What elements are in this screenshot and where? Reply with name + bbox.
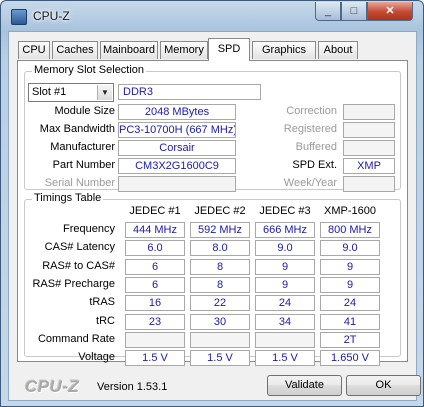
timing-cell: 592 MHz — [190, 222, 250, 238]
tab-mainboard[interactable]: Mainboard — [100, 41, 158, 59]
timing-cell: 22 — [190, 295, 250, 312]
timings-col-header: JEDEC #1 — [129, 205, 181, 217]
timing-cell: 9 — [255, 276, 315, 293]
timing-cell: 8 — [190, 258, 250, 275]
timing-cell: 1.5 V — [255, 350, 315, 367]
tab-spd[interactable]: SPD — [208, 38, 250, 61]
timing-row-label: RAS# to CAS# — [42, 259, 115, 272]
minimize-button[interactable]: _ — [315, 2, 341, 21]
timing-cell: 666 MHz — [255, 222, 315, 238]
timing-row-label: RAS# Precharge — [32, 277, 115, 290]
serial-number-label: Serial Number — [44, 177, 115, 189]
timing-cell: 30 — [190, 313, 250, 330]
timing-cell: 2T — [320, 331, 380, 348]
close-button[interactable]: ✕ — [367, 2, 413, 21]
timings-group: Timings Table JEDEC #1 JEDEC #2 JEDEC #3… — [24, 192, 401, 367]
timing-row-label: tRC — [96, 314, 115, 327]
cpuz-app-icon — [11, 9, 27, 25]
memory-slot-group-title: Memory Slot Selection — [32, 64, 147, 76]
timing-cell: 16 — [125, 295, 185, 312]
timing-cell — [190, 331, 250, 348]
timing-cell: 9.0 — [255, 240, 315, 257]
cpuz-logo: CPU-Z — [25, 377, 80, 396]
spd-panel: Memory Slot Selection Slot #1 ▼ DDR3 Mod… — [17, 60, 408, 367]
tab-graphics[interactable]: Graphics — [252, 41, 316, 59]
correction-value — [343, 104, 395, 120]
timing-cell: 1.5 V — [125, 350, 185, 367]
cpuz-window: CPU-Z _ □ ✕ CPU Caches Mainboard Memory … — [0, 0, 424, 407]
tab-strip: CPU Caches Mainboard Memory SPD Graphics… — [18, 38, 408, 61]
spd-ext-label: SPD Ext. — [292, 159, 337, 171]
manufacturer-value: Corsair — [118, 140, 236, 156]
timing-cell: 6 — [125, 258, 185, 275]
timing-cell: 9.0 — [320, 240, 380, 257]
timings-group-title: Timings Table — [32, 192, 104, 204]
memory-type-value: DDR3 — [118, 84, 261, 100]
tab-about[interactable]: About — [318, 41, 358, 59]
client-area: CPU Caches Mainboard Memory SPD Graphics… — [8, 31, 421, 401]
ok-button[interactable]: OK — [346, 375, 421, 396]
tab-caches[interactable]: Caches — [52, 41, 98, 59]
registered-label: Registered — [283, 123, 337, 135]
slot-select[interactable]: Slot #1 ▼ — [28, 83, 114, 102]
week-year-value — [343, 176, 395, 192]
timing-cell: 8 — [190, 276, 250, 293]
part-number-value: CM3X2G1600C9 — [118, 158, 236, 174]
timings-col-header: JEDEC #2 — [194, 205, 246, 217]
timing-cell: 9 — [320, 276, 380, 293]
timing-cell — [125, 331, 185, 348]
week-year-label: Week/Year — [283, 177, 337, 189]
timing-cell: 6.0 — [125, 240, 185, 257]
timings-col-header: JEDEC #3 — [259, 205, 311, 217]
timing-row-label: Voltage — [78, 351, 115, 364]
manufacturer-label: Manufacturer — [50, 141, 115, 153]
timing-cell: 6 — [125, 276, 185, 293]
version-text: Version 1.53.1 — [97, 381, 168, 393]
validate-button[interactable]: Validate — [267, 375, 342, 396]
timing-cell: 23 — [125, 313, 185, 330]
timing-row-label: tRAS — [89, 296, 115, 309]
buffered-value — [343, 140, 395, 156]
max-bandwidth-label: Max Bandwidth — [39, 123, 115, 135]
spd-ext-value: XMP — [343, 158, 395, 174]
tab-cpu[interactable]: CPU — [18, 41, 50, 59]
chevron-down-icon[interactable]: ▼ — [97, 85, 112, 100]
module-size-label: Module Size — [54, 105, 115, 117]
buffered-label: Buffered — [295, 141, 337, 153]
memory-slot-group: Memory Slot Selection Slot #1 ▼ DDR3 Mod… — [24, 64, 401, 192]
timing-cell: 24 — [320, 295, 380, 312]
correction-label: Correction — [286, 105, 337, 117]
slot-select-value: Slot #1 — [32, 86, 67, 98]
tab-memory[interactable]: Memory — [160, 41, 208, 59]
timing-cell: 444 MHz — [125, 222, 185, 238]
serial-number-value — [118, 176, 236, 192]
timing-row-label: Frequency — [63, 223, 115, 235]
timing-cell: 9 — [320, 258, 380, 275]
timing-cell: 24 — [255, 295, 315, 312]
registered-value — [343, 122, 395, 138]
title-bar[interactable]: CPU-Z _ □ ✕ — [1, 1, 423, 31]
part-number-label: Part Number — [52, 159, 115, 171]
timings-col-header: XMP-1600 — [324, 205, 376, 217]
window-title: CPU-Z — [33, 9, 70, 23]
timing-cell: 1.5 V — [190, 350, 250, 367]
timing-cell: 1.650 V — [320, 350, 380, 367]
timing-cell: 9 — [255, 258, 315, 275]
timing-cell: 41 — [320, 313, 380, 330]
timing-cell — [255, 331, 315, 348]
timing-cell: 800 MHz — [320, 222, 380, 238]
module-size-value: 2048 MBytes — [118, 104, 236, 120]
timing-row-label: CAS# Latency — [44, 241, 115, 254]
maximize-button[interactable]: □ — [341, 2, 367, 21]
timing-cell: 8.0 — [190, 240, 250, 257]
timing-row-label: Command Rate — [37, 332, 115, 345]
max-bandwidth-value: PC3-10700H (667 MHz) — [118, 122, 236, 138]
timing-cell: 34 — [255, 313, 315, 330]
